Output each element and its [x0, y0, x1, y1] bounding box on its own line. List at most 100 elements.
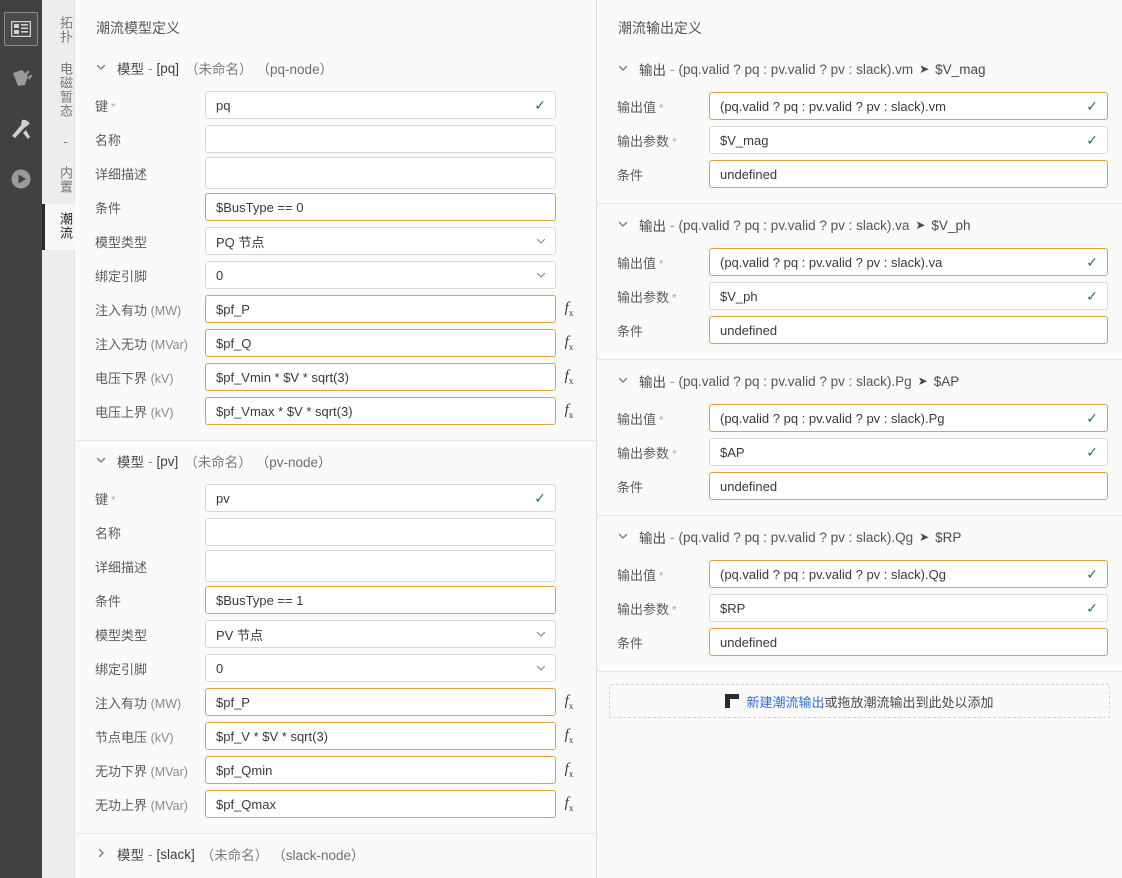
text-input[interactable] — [205, 550, 556, 582]
chevron-down-icon[interactable] — [617, 374, 631, 388]
text-input[interactable]: $pf_Vmin * $V * sqrt(3) — [205, 363, 556, 391]
output-card-dash: - — [670, 373, 675, 389]
formula-editor-button[interactable]: fx — [556, 402, 582, 420]
text-input[interactable]: $pf_Vmax * $V * sqrt(3) — [205, 397, 556, 425]
form-row: 节点电压 (kV) $pf_V * $V * sqrt(3) fx — [75, 719, 596, 753]
form-row: 条件 $BusType == 1 — [75, 583, 596, 617]
chevron-right-icon[interactable] — [95, 847, 109, 861]
model-card-header[interactable]: 模型 - [pv] （未命名） （pv-node） — [75, 441, 596, 481]
required-marker: * — [659, 100, 664, 115]
form-row: 输出值 * (pq.valid ? pq : pv.valid ? pv : sla… — [597, 557, 1122, 591]
formula-editor-button[interactable]: fx — [556, 693, 582, 711]
output-value-input[interactable]: (pq.valid ? pq : pv.valid ? pv : slack).… — [709, 248, 1108, 276]
text-input[interactable] — [205, 125, 556, 153]
form-row: 绑定引脚 0 — [75, 258, 596, 292]
field-label: 输出参数 * — [617, 443, 709, 462]
tools-icon[interactable] — [4, 112, 38, 146]
form-row: 注入有功 (MW) $pf_P fx — [75, 292, 596, 326]
output-condition-input[interactable]: undefined — [709, 472, 1108, 500]
field-wrap: undefined — [709, 316, 1108, 344]
output-card-expr: (pq.valid ? pq : pv.valid ? pv : slack).… — [678, 61, 914, 77]
select-input[interactable]: 0 — [205, 654, 556, 682]
output-value-input[interactable]: (pq.valid ? pq : pv.valid ? pv : slack).… — [709, 404, 1108, 432]
text-input[interactable]: $pf_Qmin — [205, 756, 556, 784]
form-row: 无功下界 (MVar) $pf_Qmin fx — [75, 753, 596, 787]
select-input[interactable]: PQ 节点 — [205, 227, 556, 255]
field-label: 条件 — [617, 477, 709, 496]
form-row: 输出参数 * $AP ✓ — [597, 435, 1122, 469]
model-card-key: [pv] — [156, 453, 179, 469]
form-row: 无功上界 (MVar) $pf_Qmax fx — [75, 787, 596, 821]
text-input[interactable]: $BusType == 1 — [205, 586, 556, 614]
field-label: 详细描述 — [95, 164, 205, 183]
chevron-down-icon[interactable] — [617, 62, 631, 76]
tab-powerflow[interactable]: 潮流 — [42, 204, 75, 250]
field-value: $V_ph — [720, 288, 758, 304]
form-row: 详细描述 — [75, 156, 596, 190]
chevron-down-icon[interactable] — [95, 454, 109, 468]
select-input[interactable]: 0 — [205, 261, 556, 289]
chevron-down-icon[interactable] — [617, 218, 631, 232]
formula-editor-button[interactable]: fx — [556, 727, 582, 745]
output-card: 输出 - (pq.valid ? pq : pv.valid ? pv : slac… — [597, 360, 1122, 516]
field-value: (pq.valid ? pq : pv.valid ? pv : slack).… — [720, 566, 946, 582]
tab-emt-builtin[interactable]: 电磁暂态 - 内置 — [42, 54, 75, 204]
layout-icon[interactable] — [4, 12, 38, 46]
output-value-input[interactable]: (pq.valid ? pq : pv.valid ? pv : slack).… — [709, 92, 1108, 120]
output-param-input[interactable]: $RP ✓ — [709, 594, 1108, 622]
field-label-text: 键 — [95, 98, 109, 114]
text-input[interactable]: $pf_P — [205, 688, 556, 716]
model-card-header[interactable]: 模型 - [pq] （未命名） （pq-node） — [75, 48, 596, 88]
text-input[interactable]: $pf_V * $V * sqrt(3) — [205, 722, 556, 750]
text-input[interactable] — [205, 157, 556, 189]
plug-icon[interactable] — [4, 62, 38, 96]
output-condition-input[interactable]: undefined — [709, 628, 1108, 656]
field-wrap: $pf_Vmax * $V * sqrt(3) fx — [205, 397, 582, 425]
output-condition-input[interactable]: undefined — [709, 316, 1108, 344]
create-powerflow-output-link[interactable]: 新建潮流输出 — [746, 692, 824, 711]
text-input[interactable]: $pf_P — [205, 295, 556, 323]
field-wrap — [205, 518, 582, 546]
formula-editor-button[interactable]: fx — [556, 795, 582, 813]
model-card-header[interactable]: 模型 - [slack] （未命名） （slack-node） — [75, 834, 596, 874]
form-row: 输出参数 * $V_mag ✓ — [597, 123, 1122, 157]
output-card-header[interactable]: 输出 - (pq.valid ? pq : pv.valid ? pv : slac… — [597, 48, 1122, 89]
output-value-input[interactable]: (pq.valid ? pq : pv.valid ? pv : slack).… — [709, 560, 1108, 588]
form-row: 电压下界 (kV) $pf_Vmin * $V * sqrt(3) fx — [75, 360, 596, 394]
chevron-down-icon[interactable] — [95, 61, 109, 75]
output-card-expr: (pq.valid ? pq : pv.valid ? pv : slack).… — [678, 217, 910, 233]
run-icon[interactable] — [4, 162, 38, 196]
tab-topology[interactable]: 拓扑 — [42, 8, 75, 54]
text-input[interactable]: $pf_Qmax — [205, 790, 556, 818]
model-card-dash: - — [148, 846, 153, 862]
output-card-prefix: 输出 — [639, 375, 666, 390]
chevron-down-icon[interactable] — [617, 530, 631, 544]
text-input[interactable] — [205, 518, 556, 546]
output-card-header[interactable]: 输出 - (pq.valid ? pq : pv.valid ? pv : slac… — [597, 204, 1122, 245]
field-wrap: $V_mag ✓ — [709, 126, 1108, 154]
output-param-input[interactable]: $AP ✓ — [709, 438, 1108, 466]
text-input[interactable]: $pf_Q — [205, 329, 556, 357]
arrow-right-icon: ➤ — [915, 218, 926, 232]
formula-editor-button[interactable]: fx — [556, 761, 582, 779]
text-input[interactable]: $BusType == 0 — [205, 193, 556, 221]
field-wrap: $pf_P fx — [205, 688, 582, 716]
text-input[interactable]: pv ✓ — [205, 484, 556, 512]
output-param-input[interactable]: $V_mag ✓ — [709, 126, 1108, 154]
formula-editor-button[interactable]: fx — [556, 300, 582, 318]
output-param-input[interactable]: $V_ph ✓ — [709, 282, 1108, 310]
output-card-header[interactable]: 输出 - (pq.valid ? pq : pv.valid ? pv : slac… — [597, 360, 1122, 401]
output-card-header[interactable]: 输出 - (pq.valid ? pq : pv.valid ? pv : slac… — [597, 516, 1122, 557]
formula-editor-button[interactable]: fx — [556, 368, 582, 386]
field-label: 注入有功 (MW) — [95, 693, 205, 712]
required-marker: * — [659, 568, 664, 583]
form-row: 条件 $BusType == 0 — [75, 190, 596, 224]
output-condition-input[interactable]: undefined — [709, 160, 1108, 188]
field-label: 电压上界 (kV) — [95, 402, 205, 421]
formula-editor-button[interactable]: fx — [556, 334, 582, 352]
text-input[interactable]: pq ✓ — [205, 91, 556, 119]
output-dropzone[interactable]: 新建潮流输出 或拖放潮流输出到此处以添加 — [609, 684, 1110, 718]
field-label: 输出值 * — [617, 97, 709, 116]
select-input[interactable]: PV 节点 — [205, 620, 556, 648]
field-label-text: 详细描述 — [95, 166, 148, 182]
